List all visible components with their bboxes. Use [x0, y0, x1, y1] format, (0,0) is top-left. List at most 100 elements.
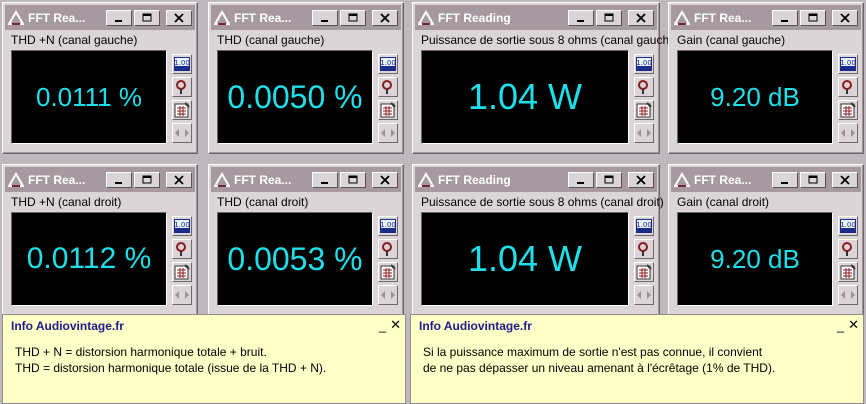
fft-window-power-left[interactable]: FFT Reading Puissance de sortie sous 8 o… — [412, 2, 680, 154]
value-display-button[interactable]: 1.00 — [634, 54, 654, 74]
calculator-icon — [380, 264, 396, 280]
value-display: 1.04 W — [421, 212, 629, 306]
calculator-icon — [840, 264, 856, 280]
svg-text:1.00: 1.00 — [174, 59, 190, 67]
info-panel-power: Info Audiovintage.fr _ ✕ Si la puissance… — [410, 314, 864, 404]
maximize-button[interactable] — [340, 171, 366, 188]
fft-window-thd-right[interactable]: FFT Rea... THD (canal droit) 0.0053 % 1.… — [208, 164, 404, 316]
arrows-button[interactable] — [172, 285, 192, 305]
minimize-button[interactable] — [772, 9, 798, 26]
info-minimize-button[interactable]: _ — [837, 318, 844, 333]
measurement-label: THD (canal gauche) — [217, 33, 325, 47]
arrows-icon — [381, 129, 395, 137]
minimize-button[interactable] — [568, 171, 594, 188]
info-minimize-button[interactable]: _ — [379, 318, 386, 333]
maximize-button[interactable] — [596, 9, 622, 26]
probe-button[interactable] — [172, 77, 192, 97]
info-close-button[interactable]: ✕ — [390, 317, 401, 333]
probe-button[interactable] — [378, 239, 398, 259]
calculator-icon — [174, 264, 190, 280]
measurement-label: Gain (canal droit) — [677, 195, 770, 209]
svg-text:1.00: 1.00 — [636, 221, 652, 229]
value-display-button[interactable]: 1.00 — [838, 216, 858, 236]
probe-icon — [638, 80, 648, 94]
calculator-button[interactable] — [378, 262, 398, 282]
title-bar[interactable]: FFT Reading — [415, 5, 657, 30]
fft-window-thdn-right[interactable]: FFT Rea... THD +N (canal droit) 0.0112 %… — [2, 164, 198, 316]
title-bar[interactable]: FFT Rea... — [211, 167, 401, 192]
arrows-button[interactable] — [634, 123, 654, 143]
probe-button[interactable] — [634, 239, 654, 259]
fft-window-thd-left[interactable]: FFT Rea... THD (canal gauche) 0.0050 % 1… — [208, 2, 404, 154]
minimize-button[interactable] — [772, 171, 798, 188]
close-button[interactable] — [372, 9, 398, 26]
value-display-button[interactable]: 1.00 — [838, 54, 858, 74]
close-button[interactable] — [372, 171, 398, 188]
value-display: 9.20 dB — [677, 50, 833, 144]
measurement-label: Puissance de sortie sous 8 ohms (canal d… — [421, 195, 664, 209]
calculator-button[interactable] — [378, 100, 398, 120]
calculator-button[interactable] — [634, 262, 654, 282]
minimize-button[interactable] — [106, 9, 132, 26]
calculator-button[interactable] — [838, 262, 858, 282]
calculator-button[interactable] — [172, 100, 192, 120]
maximize-icon — [604, 13, 614, 21]
minimize-button[interactable] — [312, 9, 338, 26]
measurement-label: Puissance de sortie sous 8 ohms (canal g… — [421, 33, 680, 47]
fft-window-gain-left[interactable]: FFT Rea... Gain (canal gauche) 9.20 dB 1… — [668, 2, 864, 154]
title-bar[interactable]: FFT Rea... — [671, 167, 861, 192]
maximize-button[interactable] — [800, 171, 826, 188]
close-button[interactable] — [628, 9, 654, 26]
calculator-button[interactable] — [172, 262, 192, 282]
maximize-button[interactable] — [134, 171, 160, 188]
close-button[interactable] — [832, 9, 858, 26]
value-display-button[interactable]: 1.00 — [378, 216, 398, 236]
info-panel-title: Info Audiovintage.fr — [419, 319, 532, 333]
calculator-icon — [636, 102, 652, 118]
info-close-button[interactable]: ✕ — [848, 317, 859, 333]
value-display-icon: 1.00 — [840, 219, 856, 233]
close-button[interactable] — [832, 171, 858, 188]
close-button[interactable] — [166, 9, 192, 26]
value-display-button[interactable]: 1.00 — [634, 216, 654, 236]
fft-window-thdn-left[interactable]: FFT Rea... THD +N (canal gauche) 0.0111 … — [2, 2, 198, 154]
value-display: 0.0112 % — [11, 212, 167, 306]
title-bar[interactable]: FFT Rea... — [671, 5, 861, 30]
fft-window-power-right[interactable]: FFT Reading Puissance de sortie sous 8 o… — [412, 164, 664, 316]
minimize-button[interactable] — [568, 9, 594, 26]
arrows-button[interactable] — [378, 285, 398, 305]
title-bar[interactable]: FFT Rea... — [5, 167, 195, 192]
value-display-button[interactable]: 1.00 — [172, 54, 192, 74]
value-display-button[interactable]: 1.00 — [378, 54, 398, 74]
maximize-button[interactable] — [134, 9, 160, 26]
maximize-button[interactable] — [340, 9, 366, 26]
fft-window-gain-right[interactable]: FFT Rea... Gain (canal droit) 9.20 dB 1.… — [668, 164, 864, 316]
calculator-button[interactable] — [838, 100, 858, 120]
arrows-button[interactable] — [838, 285, 858, 305]
calculator-button[interactable] — [634, 100, 654, 120]
probe-button[interactable] — [172, 239, 192, 259]
svg-text:1.00: 1.00 — [840, 221, 856, 229]
close-button[interactable] — [628, 171, 654, 188]
info-line: THD + N = distorsion harmonique totale +… — [15, 345, 267, 359]
title-bar[interactable]: FFT Rea... — [211, 5, 401, 30]
probe-button[interactable] — [838, 77, 858, 97]
arrows-button[interactable] — [634, 285, 654, 305]
title-bar[interactable]: FFT Reading — [415, 167, 657, 192]
value-display: 0.0050 % — [217, 50, 373, 144]
probe-button[interactable] — [378, 77, 398, 97]
minimize-button[interactable] — [106, 171, 132, 188]
probe-button[interactable] — [634, 77, 654, 97]
arrows-icon — [637, 291, 651, 299]
info-line: THD = distorsion harmonique totale (issu… — [15, 361, 327, 375]
minimize-button[interactable] — [312, 171, 338, 188]
probe-button[interactable] — [838, 239, 858, 259]
title-bar[interactable]: FFT Rea... — [5, 5, 195, 30]
arrows-button[interactable] — [172, 123, 192, 143]
maximize-button[interactable] — [800, 9, 826, 26]
close-button[interactable] — [166, 171, 192, 188]
value-display-button[interactable]: 1.00 — [172, 216, 192, 236]
maximize-button[interactable] — [596, 171, 622, 188]
arrows-button[interactable] — [838, 123, 858, 143]
arrows-button[interactable] — [378, 123, 398, 143]
